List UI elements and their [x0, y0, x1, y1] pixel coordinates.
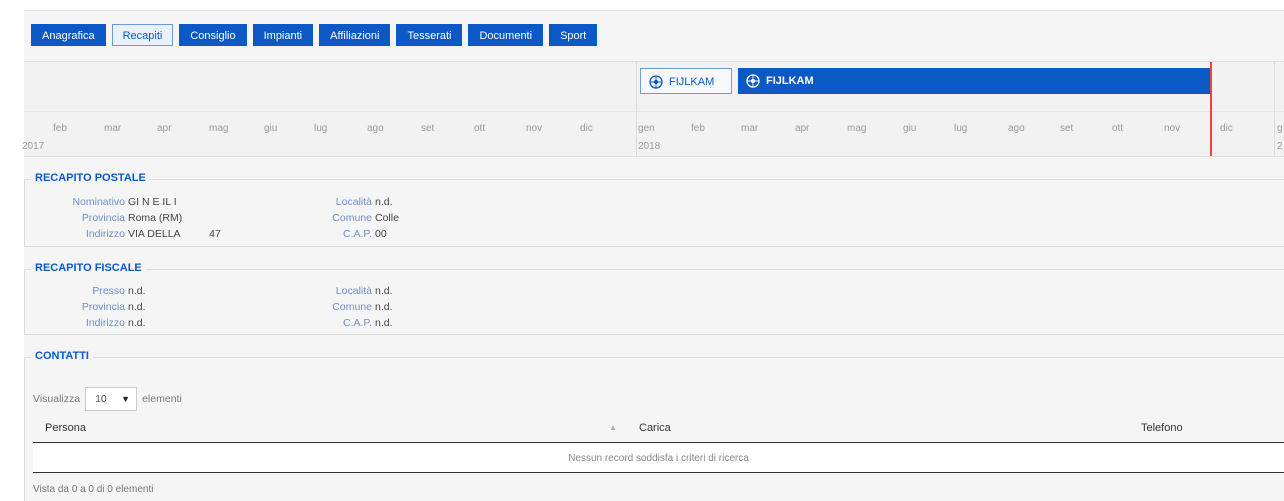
month-label: apr	[795, 123, 810, 134]
timeline-item-fijlkam[interactable]: FIJLKAM	[640, 68, 732, 94]
tab-impianti[interactable]: Impianti	[252, 24, 314, 46]
month-label: gen	[638, 123, 655, 134]
cap-field: C.A.P. 00	[343, 228, 387, 240]
timeline-item-label: FIJLKAM	[669, 76, 715, 88]
elementi-label: elementi	[142, 393, 182, 405]
visualizza-label: Visualizza	[33, 393, 81, 405]
month-label: feb	[691, 123, 705, 134]
page-size-value: 10	[95, 393, 107, 405]
federation-logo-icon	[746, 74, 760, 88]
tab-sport[interactable]: Sport	[549, 24, 598, 46]
month-label: mag	[209, 123, 229, 134]
indirizzo-field: Indirizzo n.d.	[85, 317, 146, 329]
month-label: ago	[367, 123, 384, 134]
timeline-item-label: FIJLKAM	[766, 75, 814, 87]
month-label: lug	[314, 123, 328, 134]
month-label: ago	[1008, 123, 1025, 134]
comune-field: Comune n.d.	[332, 301, 393, 313]
month-label: nov	[526, 123, 543, 134]
caret-down-icon: ▼	[121, 394, 131, 404]
tab-anagrafica[interactable]: Anagrafica	[31, 24, 106, 46]
month-label: giu	[903, 123, 917, 134]
section-tabs: Anagrafica Recapiti Consiglio Impianti A…	[31, 24, 598, 46]
provincia-field: Provincia Roma (RM)	[81, 212, 183, 224]
month-label: dic	[1220, 123, 1233, 134]
month-label: feb	[53, 123, 67, 134]
column-header-persona[interactable]: Persona	[45, 422, 86, 434]
localita-field: Località n.d.	[335, 196, 393, 208]
year-label: 2018	[638, 141, 661, 152]
month-label: giu	[264, 123, 278, 134]
table-empty-row: Nessun record soddisfa i criteri di rice…	[33, 444, 1284, 473]
tab-consiglio[interactable]: Consiglio	[179, 24, 247, 46]
month-label: nov	[1164, 123, 1181, 134]
presso-field: Presso n.d.	[92, 285, 146, 297]
tab-documenti[interactable]: Documenti	[468, 24, 544, 46]
recapito-postale-section: RECAPITO POSTALE Nominativo GI N E IL I P…	[24, 172, 1284, 247]
table-info: Vista da 0 a 0 di 0 elementi	[33, 484, 154, 495]
sort-asc-icon[interactable]: ▲	[609, 423, 617, 432]
month-label: set	[421, 123, 435, 134]
comune-field: Comune Colle	[332, 212, 399, 224]
tab-affiliazioni[interactable]: Affiliazioni	[319, 24, 391, 46]
month-label: mag	[847, 123, 867, 134]
month-label: lug	[954, 123, 968, 134]
year-label: 2017	[22, 141, 45, 152]
recapito-fiscale-section: RECAPITO FISCALE Presso n.d. Provincia n.d…	[24, 262, 1284, 335]
year-label: 2	[1277, 141, 1283, 152]
today-marker	[1210, 62, 1212, 156]
year-divider	[1274, 62, 1275, 156]
tab-tesserati[interactable]: Tesserati	[396, 24, 463, 46]
month-label: ott	[474, 123, 486, 134]
nominativo-field: Nominativo GI N E IL I	[72, 196, 177, 208]
section-title: RECAPITO POSTALE	[31, 172, 150, 184]
page-size-control: Visualizza 10 ▼ elementi	[33, 387, 182, 411]
empty-message: Nessun record soddisfa i criteri di rice…	[568, 453, 749, 464]
page-size-select[interactable]: 10 ▼	[85, 387, 138, 411]
cap-field: C.A.P. n.d.	[343, 317, 393, 329]
affiliation-timeline[interactable]: FIJLKAM FIJLKAM feb mar apr mag giu lug …	[22, 61, 1284, 157]
month-label: dic	[580, 123, 593, 134]
column-header-telefono[interactable]: Telefono	[1141, 422, 1183, 434]
month-label: apr	[157, 123, 172, 134]
contatti-section: CONTATTI Visualizza 10 ▼ elementi Person…	[24, 350, 1284, 501]
year-divider	[636, 62, 637, 156]
localita-field: Località n.d.	[335, 285, 393, 297]
provincia-field: Provincia n.d.	[81, 301, 146, 313]
timeline-item-fijlkam-active[interactable]: FIJLKAM	[738, 68, 1210, 94]
column-header-carica[interactable]: Carica	[639, 422, 671, 434]
month-label: set	[1060, 123, 1074, 134]
contacts-table-header: Persona ▲ Carica Telefono	[33, 415, 1284, 443]
month-label: mar	[104, 123, 122, 134]
section-title: RECAPITO FISCALE	[31, 262, 146, 274]
federation-logo-icon	[649, 75, 663, 89]
section-title: CONTATTI	[31, 350, 93, 362]
month-label: ott	[1112, 123, 1124, 134]
indirizzo-field: Indirizzo VIA DELLA 47	[85, 228, 221, 240]
tab-recapiti[interactable]: Recapiti	[111, 24, 174, 46]
month-label: g	[1277, 123, 1283, 134]
month-label: mar	[741, 123, 759, 134]
